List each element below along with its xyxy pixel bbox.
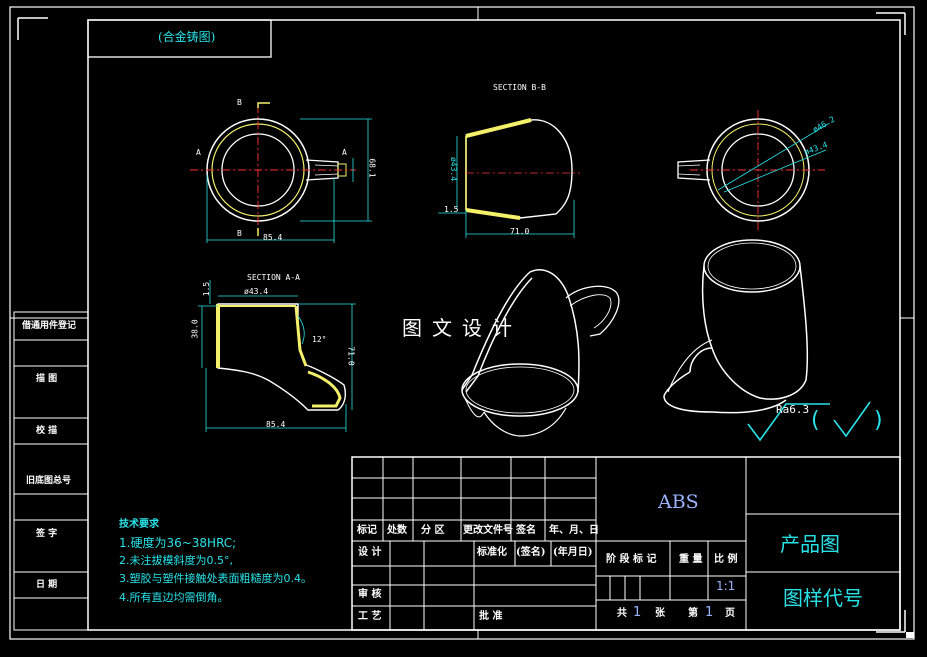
- tb-standardize: 标准化: [477, 547, 507, 558]
- side-panel-label-6: 日 期: [36, 580, 58, 590]
- section-marker-b-bottom: B: [237, 229, 242, 238]
- tb-sheet-unit-2: 页: [725, 608, 735, 619]
- tb-process: 工 艺: [358, 611, 382, 622]
- tech-req-item-3: 3.塑胶与塑件接触处表面粗糙度为0.4。: [119, 572, 312, 585]
- tb-scale-value: 1:1: [716, 579, 736, 593]
- side-panel-label-5: 签 字: [36, 529, 58, 539]
- tb-header-mark: 标记: [357, 525, 377, 536]
- tb-sheet-unit-1: 张: [655, 608, 665, 619]
- isometric-view-left: [461, 269, 620, 437]
- dim-43-4-bb: ø43.4: [449, 156, 459, 182]
- tb-total-label: 共: [617, 608, 627, 619]
- isometric-view-right: [663, 239, 809, 414]
- section-marker-a-right: A: [342, 148, 347, 157]
- tb-review: 审 核: [358, 589, 382, 600]
- tb-header-change-doc: 更改文件号: [463, 525, 513, 536]
- tb-header-count: 处数: [387, 525, 407, 536]
- tb-scale-label: 比 例: [714, 554, 738, 565]
- view-section-aa: [198, 280, 356, 432]
- tech-req-item-1: 1.硬度为36~38HRC;: [119, 536, 237, 550]
- section-bb-caption: SECTION B-B: [493, 83, 546, 92]
- tb-total-value: 1: [633, 605, 642, 620]
- tb-page-label: 第: [688, 608, 698, 619]
- tech-req-title: 技术要求: [119, 519, 159, 530]
- dim-1-5-bb: 1.5: [444, 205, 459, 214]
- tb-approve: 批 准: [479, 611, 503, 622]
- tb-drawing-code: 图样代号: [783, 586, 863, 610]
- dim-71-0-bb: 71.0: [510, 227, 530, 236]
- tb-material: ABS: [658, 491, 699, 513]
- section-marker-a-left: A: [196, 148, 201, 157]
- view-section-bb: [438, 118, 580, 238]
- side-panel-label-4: 旧底图总号: [26, 476, 72, 486]
- tech-req-item-2: 2.未注拔模斜度为0.5°,: [119, 554, 233, 567]
- dim-1-5-aa: 1.5: [202, 281, 212, 297]
- tb-page-value: 1: [705, 605, 714, 620]
- side-panel-label-2: 描 图: [36, 374, 58, 384]
- view-right: [677, 110, 829, 232]
- roughness-paren-open: (: [811, 408, 820, 433]
- view-top: [190, 102, 372, 243]
- tb-product-name: 产品图: [780, 532, 840, 556]
- dim-12-deg: 12°: [312, 335, 327, 344]
- side-panel-label-1: 借通用件登记: [22, 321, 77, 331]
- dim-43-4-aa: ø43.4: [244, 287, 269, 296]
- tb-weight: 重 量: [679, 554, 703, 565]
- dim-85-4-top: 85.4: [263, 233, 283, 242]
- tb-stage-label: 阶 段 标 记: [606, 554, 657, 565]
- dim-71-0-aa: 71.0: [346, 346, 356, 366]
- tb-header-signature: 签名: [516, 525, 536, 536]
- dim-68-1: 68.1: [367, 158, 377, 178]
- watermark: 图文设计: [402, 316, 522, 340]
- corner-box-text: (合金铸图): [158, 30, 216, 44]
- tb-header-zone: 分 区: [421, 525, 445, 536]
- roughness-value: Ra6.3: [776, 403, 810, 416]
- roughness-paren-close: ): [874, 408, 883, 433]
- tb-date: (年月日): [553, 547, 593, 558]
- tb-design: 设 计: [358, 547, 382, 558]
- dim-85-4-aa: 85.4: [266, 420, 286, 429]
- tb-header-date: 年、月、日: [549, 525, 599, 536]
- tb-sign: (签名): [516, 547, 546, 558]
- tech-req-item-4: 4.所有直边均需倒角。: [119, 591, 229, 604]
- section-aa-caption: SECTION A-A: [247, 273, 300, 282]
- side-panel-label-3: 校 描: [36, 426, 58, 436]
- dim-38-0: 38.0: [190, 319, 200, 339]
- section-marker-b-top: B: [237, 98, 242, 107]
